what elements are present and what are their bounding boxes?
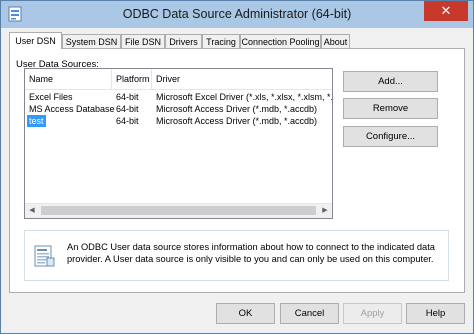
window-title: ODBC Data Source Administrator (64-bit): [122, 7, 352, 21]
ok-button[interactable]: OK: [216, 303, 275, 324]
data-source-icon: [34, 245, 55, 267]
apply-button[interactable]: Apply: [343, 303, 402, 324]
dsn-driver: Microsoft Excel Driver (*.xls, *.xlsx, *…: [156, 92, 333, 102]
dsn-name: Excel Files: [29, 92, 73, 102]
dsn-platform: 64-bit: [116, 92, 139, 102]
tab-connection-pooling[interactable]: Connection Pooling: [240, 34, 321, 48]
add-button[interactable]: Add...: [343, 71, 438, 92]
column-header-driver[interactable]: Driver: [152, 69, 332, 89]
dsn-driver: Microsoft Access Driver (*.mdb, *.accdb): [156, 116, 318, 126]
help-button[interactable]: Help: [406, 303, 465, 324]
configure-button[interactable]: Configure...: [343, 126, 438, 147]
horizontal-scrollbar[interactable]: ◀ ▶: [25, 203, 332, 218]
scrollbar-thumb[interactable]: [41, 206, 316, 215]
tab-system-dsn[interactable]: System DSN: [62, 34, 121, 48]
column-header-name[interactable]: Name: [25, 69, 112, 89]
user-data-sources-list[interactable]: Name Platform Driver Excel Files 64-bit …: [24, 68, 333, 219]
tab-file-dsn[interactable]: File DSN: [121, 34, 165, 48]
tab-user-dsn[interactable]: User DSN: [9, 32, 62, 49]
dsn-name: MS Access Database: [29, 104, 115, 114]
scroll-left-icon[interactable]: ◀: [25, 204, 39, 218]
dsn-platform: 64-bit: [116, 116, 139, 126]
list-header: Name Platform Driver: [25, 69, 332, 90]
tab-drivers[interactable]: Drivers: [165, 34, 202, 48]
dsn-name: test: [27, 115, 46, 127]
remove-button[interactable]: Remove: [343, 98, 438, 119]
cancel-button[interactable]: Cancel: [280, 303, 339, 324]
list-item-selected[interactable]: test 64-bit Microsoft Access Driver (*.m…: [25, 115, 332, 127]
tab-about[interactable]: About: [321, 34, 350, 48]
dsn-driver: Microsoft Access Driver (*.mdb, *.accdb): [156, 104, 318, 114]
scroll-right-icon[interactable]: ▶: [318, 204, 332, 218]
info-text: An ODBC User data source stores informat…: [67, 242, 435, 264]
column-header-platform[interactable]: Platform: [112, 69, 152, 89]
dsn-platform: 64-bit: [116, 104, 139, 114]
list-item[interactable]: MS Access Database 64-bit Microsoft Acce…: [25, 103, 332, 115]
title-bar[interactable]: ODBC Data Source Administrator (64-bit) …: [1, 1, 473, 28]
odbc-dialog-window: ODBC Data Source Administrator (64-bit) …: [0, 0, 474, 334]
close-button[interactable]: ✕: [424, 1, 468, 21]
tab-tracing[interactable]: Tracing: [202, 34, 240, 48]
list-item[interactable]: Excel Files 64-bit Microsoft Excel Drive…: [25, 91, 332, 103]
info-box: An ODBC User data source stores informat…: [24, 230, 449, 281]
